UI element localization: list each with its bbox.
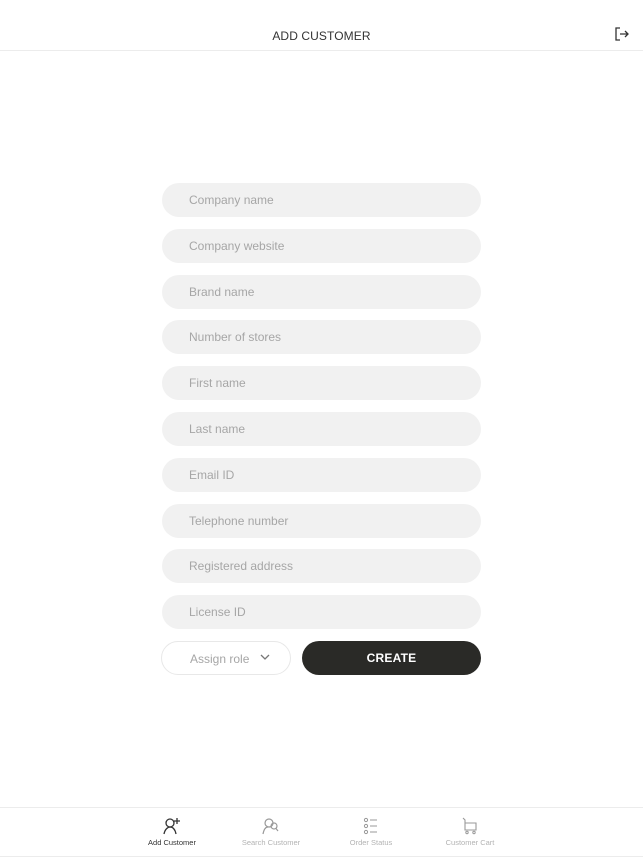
assign-role-select[interactable]: Assign role (161, 641, 291, 675)
registered-address-input[interactable] (162, 549, 481, 584)
list-icon (363, 817, 377, 835)
tab-label: Add Customer (148, 838, 196, 847)
tab-order-status[interactable]: Order Status (321, 808, 421, 856)
tab-label: Customer Cart (445, 838, 495, 847)
tab-add-customer[interactable]: Add Customer (122, 808, 222, 856)
header: ADD CUSTOMER (0, 0, 643, 51)
create-button[interactable]: CREATE (302, 641, 481, 675)
company-website-input[interactable] (162, 228, 481, 263)
bottom-tab-bar: Add Customer Search Customer Order Statu… (0, 807, 643, 857)
telephone-input[interactable] (162, 503, 481, 538)
chevron-down-icon (260, 654, 270, 660)
logout-icon[interactable] (613, 26, 631, 42)
add-user-icon (163, 818, 180, 835)
page-title: ADD CUSTOMER (272, 29, 371, 43)
company-name-input[interactable] (162, 183, 481, 217)
form-actions: Assign role CREATE (161, 641, 481, 675)
assign-role-label: Assign role (190, 652, 250, 666)
brand-name-input[interactable] (162, 274, 481, 309)
email-input[interactable] (162, 457, 481, 492)
add-customer-form (162, 183, 481, 641)
tab-search-customer[interactable]: Search Customer (221, 808, 321, 856)
tab-customer-cart[interactable]: Customer Cart (420, 808, 520, 856)
search-user-icon (262, 818, 279, 835)
number-of-stores-input[interactable] (162, 320, 481, 355)
license-id-input[interactable] (162, 595, 481, 630)
last-name-input[interactable] (162, 411, 481, 446)
cart-icon (462, 817, 477, 835)
first-name-input[interactable] (162, 366, 481, 401)
tab-label: Search Customer (241, 838, 301, 847)
tab-label: Order Status (349, 838, 393, 847)
